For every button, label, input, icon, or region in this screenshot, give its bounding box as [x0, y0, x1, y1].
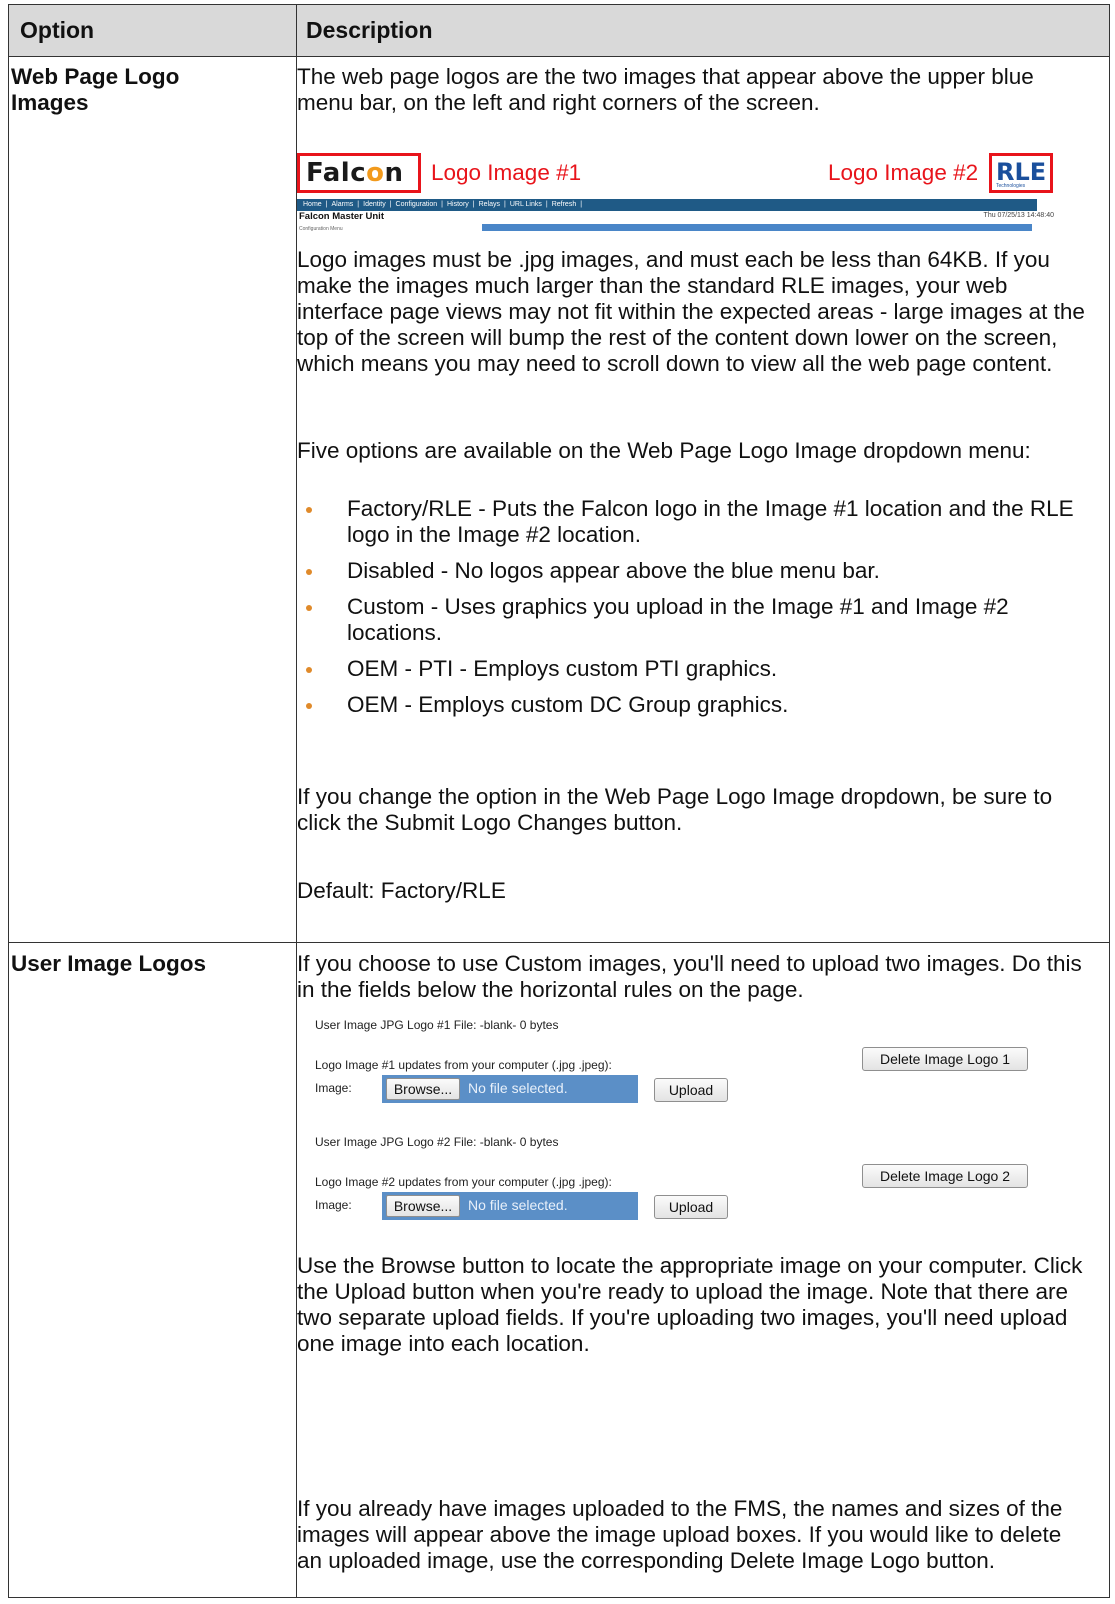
- menu-separator: |: [357, 201, 360, 208]
- menu-item[interactable]: Identity: [363, 201, 386, 208]
- logo2-file-input[interactable]: Browse... No file selected.: [382, 1192, 638, 1220]
- header-option: Option: [20, 17, 95, 43]
- browse-button-1[interactable]: Browse...: [386, 1078, 460, 1100]
- logo2-file-info: User Image JPG Logo #2 File: -blank- 0 b…: [315, 1135, 559, 1149]
- image2-label: Image:: [315, 1198, 352, 1212]
- header-divider: [9, 56, 1109, 57]
- browse-button-2[interactable]: Browse...: [386, 1195, 460, 1217]
- menu-separator: |: [441, 201, 443, 208]
- no-file-selected-1: No file selected.: [468, 1080, 568, 1096]
- menu-item[interactable]: URL Links: [510, 201, 542, 208]
- menu-item[interactable]: Relays: [479, 201, 500, 208]
- logo-screenshot: Falcon Logo Image #1 Logo Image #2 RLE T…: [297, 153, 1054, 232]
- unit-date: Thu 07/25/13 14:48:40: [983, 212, 1054, 219]
- logo-option-item: Disabled - No logos appear above the blu…: [297, 558, 1087, 584]
- logo1-file-info: User Image JPG Logo #1 File: -blank- 0 b…: [315, 1018, 559, 1032]
- config-menu-label: Configuration Menu: [299, 226, 343, 232]
- menu-separator: |: [545, 201, 548, 208]
- falcon-logo: Falcon: [306, 158, 404, 188]
- logo1-updates-label: Logo Image #1 updates from your computer…: [315, 1058, 612, 1072]
- logo-option-item: Custom - Uses graphics you upload in the…: [297, 594, 1087, 646]
- menu-item[interactable]: Alarms: [332, 201, 354, 208]
- menu-item[interactable]: History: [447, 201, 469, 208]
- option-web-page-logo-images: Web Page Logo Images: [11, 64, 180, 115]
- logo-option-item: OEM - PTI - Employs custom PTI graphics.: [297, 656, 1087, 682]
- image1-label: Image:: [315, 1081, 352, 1095]
- table-header: [9, 5, 1109, 56]
- header-description: Description: [306, 17, 433, 43]
- para-requirements: Logo images must be .jpg images, and mus…: [297, 247, 1085, 376]
- delete-image-logo-1-button[interactable]: Delete Image Logo 1: [862, 1047, 1028, 1071]
- config-header-strip: [482, 224, 1032, 231]
- menu-separator: |: [325, 201, 328, 208]
- row-divider: [9, 942, 1109, 943]
- logo1-file-input[interactable]: Browse... No file selected.: [382, 1075, 638, 1103]
- menu-separator: |: [389, 201, 392, 208]
- row2-intro: If you choose to use Custom images, you'…: [297, 951, 1082, 1002]
- option-user-image-logos: User Image Logos: [11, 951, 207, 976]
- row1-intro: The web page logos are the two images th…: [297, 64, 1034, 115]
- logo-option-item: OEM - Employs custom DC Group graphics.: [297, 692, 1087, 718]
- rle-logo: RLE: [996, 158, 1047, 186]
- menu-separator: |: [472, 201, 475, 208]
- menu-separator: |: [504, 201, 506, 208]
- upload-button-2[interactable]: Upload: [654, 1195, 728, 1219]
- menu-separator: |: [580, 201, 583, 208]
- logo-image-2-frame: RLE Technologies: [989, 153, 1053, 193]
- no-file-selected-2: No file selected.: [468, 1197, 568, 1213]
- logo-image-1-frame: Falcon: [297, 153, 421, 193]
- menu-item[interactable]: Home: [303, 201, 322, 208]
- logo2-updates-label: Logo Image #2 updates from your computer…: [315, 1175, 612, 1189]
- para-browse: Use the Browse button to locate the appr…: [297, 1253, 1083, 1356]
- default-value: Default: Factory/RLE: [297, 878, 506, 903]
- upload-button-1[interactable]: Upload: [654, 1078, 728, 1102]
- logo-option-item: Factory/RLE - Puts the Falcon logo in th…: [297, 496, 1087, 548]
- rle-logo-subtitle: Technologies: [996, 183, 1026, 189]
- logo-options-list: Factory/RLE - Puts the Falcon logo in th…: [297, 496, 1087, 728]
- blue-menu-bar: Home | Alarms | Identity | Configuration | Histo…: [297, 199, 1037, 211]
- delete-image-logo-2-button[interactable]: Delete Image Logo 2: [862, 1164, 1028, 1188]
- para-existing: If you already have images uploaded to t…: [297, 1496, 1063, 1573]
- menu-item[interactable]: Configuration: [396, 201, 438, 208]
- unit-title: Falcon Master Unit: [299, 211, 384, 222]
- logo-image-2-label: Logo Image #2: [828, 160, 979, 185]
- menu-item[interactable]: Refresh: [552, 201, 577, 208]
- para-options-intro: Five options are available on the Web Pa…: [297, 438, 1031, 463]
- para-submit: If you change the option in the Web Page…: [297, 784, 1053, 835]
- logo-image-1-label: Logo Image #1: [431, 160, 582, 185]
